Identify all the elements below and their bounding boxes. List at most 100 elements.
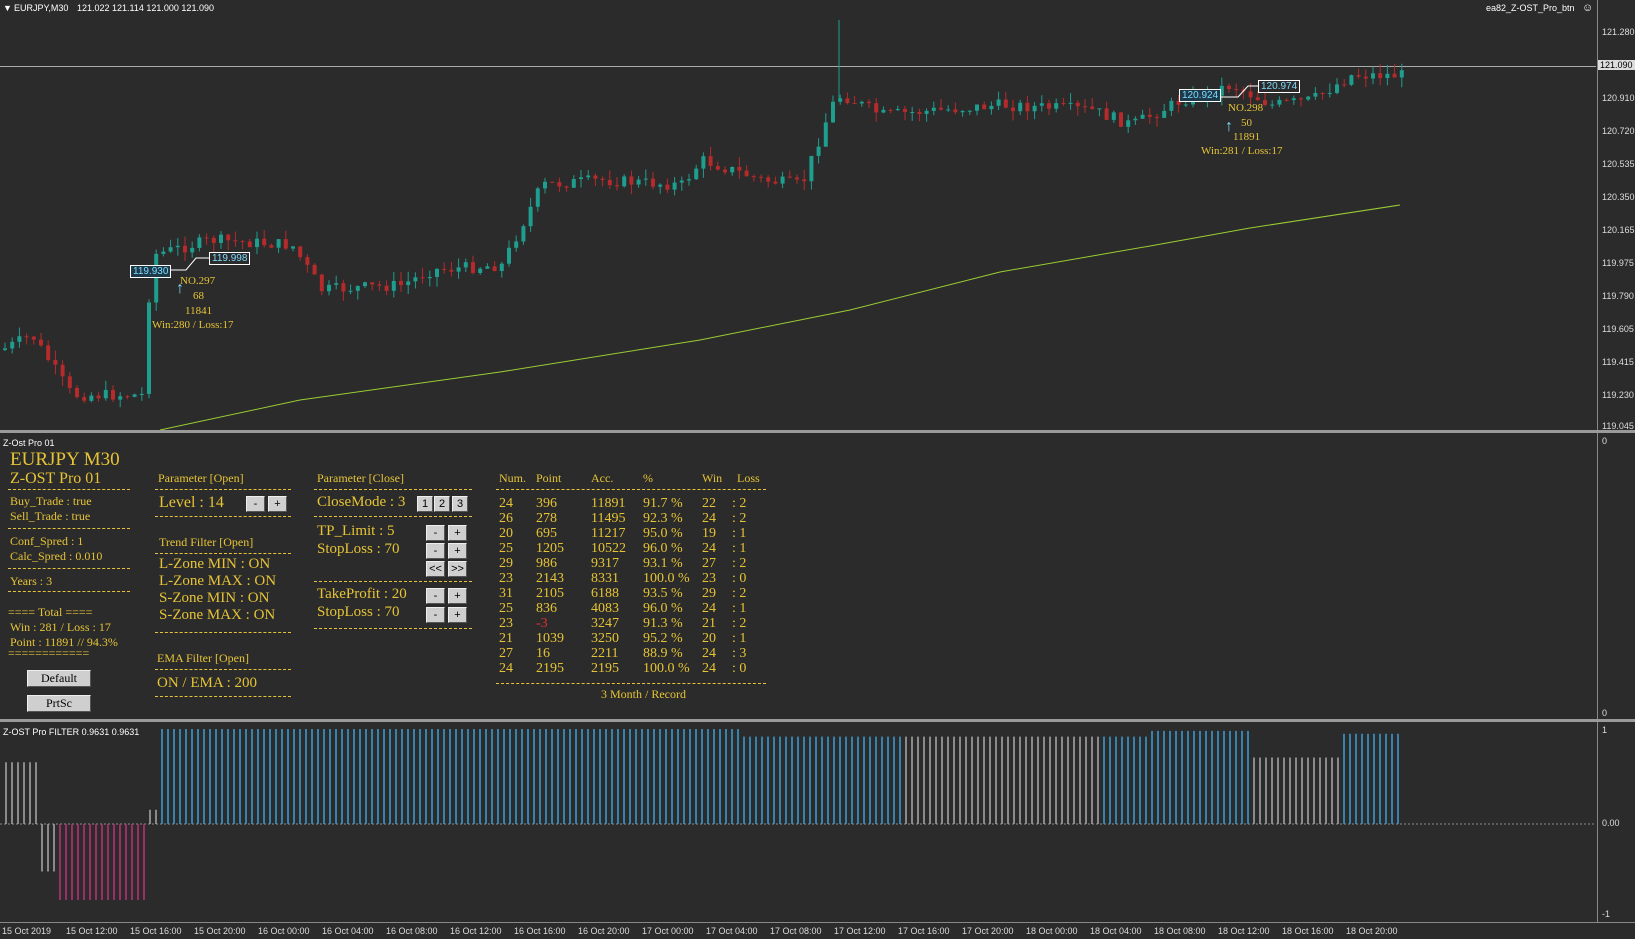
candlestick-series xyxy=(3,20,1404,430)
candle-body xyxy=(247,241,252,248)
table-cell: 24 xyxy=(702,661,716,676)
candle-body xyxy=(1335,84,1339,93)
candle-body xyxy=(125,396,130,398)
candle-body xyxy=(1371,73,1375,79)
axis-tick: 0 xyxy=(1602,708,1608,718)
szone-max: S-Zone MAX : ON xyxy=(159,607,276,623)
takeprofit-value: TakeProfit : 20 xyxy=(317,586,407,602)
candle-body xyxy=(413,277,418,282)
candle-body xyxy=(485,266,490,269)
candle-body xyxy=(435,268,439,277)
col-num: Num. xyxy=(499,471,526,485)
table-cell: 88.9 % xyxy=(643,646,683,661)
trade-no: NO.298 xyxy=(1228,102,1264,114)
indicator-window[interactable]: Z-Ost Pro 01 EURJPY M30 Z-OST Pro 01 Buy… xyxy=(0,433,1596,719)
close-mode-3-button[interactable]: 3 xyxy=(452,496,468,512)
candle-body xyxy=(471,262,475,273)
candle-body xyxy=(751,176,756,178)
candle-body xyxy=(744,170,749,177)
axis-tick: 0 xyxy=(1602,436,1608,446)
candle-body xyxy=(989,105,994,110)
price-axis[interactable]: 121.280 121.090 120.910 120.720 120.535 … xyxy=(1597,0,1635,431)
stoploss-minus-button[interactable]: - xyxy=(426,543,445,559)
candle-body xyxy=(139,393,144,395)
price-chart[interactable]: ▼ EURJPY,M30 121.022 121.114 121.000 121… xyxy=(0,0,1596,430)
record-prev-button[interactable]: << xyxy=(426,561,445,577)
col-percent: % xyxy=(643,471,653,485)
entry-price-label: 119.930 xyxy=(130,265,172,278)
default-button[interactable]: Default xyxy=(27,670,91,687)
table-cell: 2143 xyxy=(536,571,564,586)
level-minus-button[interactable]: - xyxy=(246,496,265,512)
close-mode-1-button[interactable]: 1 xyxy=(417,496,433,512)
table-cell: 24 xyxy=(499,661,513,676)
axis-tick: 1 xyxy=(1602,725,1608,735)
candle-body xyxy=(715,165,720,170)
table-cell: : 1 xyxy=(732,526,747,541)
stoploss-plus-button[interactable]: + xyxy=(448,543,467,559)
table-cell: 23 xyxy=(499,571,513,586)
table-cell: 92.3 % xyxy=(643,511,683,526)
table-cell: 986 xyxy=(536,556,557,571)
candle-body xyxy=(679,180,684,183)
candle-body xyxy=(1313,93,1318,97)
candle-body xyxy=(161,251,166,254)
takeprofit-minus-button[interactable]: - xyxy=(426,588,445,604)
time-axis[interactable]: 15 Oct 2019 15 Oct 12:00 15 Oct 16:00 15 Oc… xyxy=(0,922,1635,939)
table-cell: 24 xyxy=(702,646,716,661)
candle-body xyxy=(370,282,375,285)
stoploss2-plus-button[interactable]: + xyxy=(448,607,467,623)
candle-body xyxy=(1227,85,1231,90)
candle-body xyxy=(226,234,231,241)
prtsc-button[interactable]: PrtSc xyxy=(27,695,91,712)
stoploss2-minus-button[interactable]: - xyxy=(426,607,445,623)
candle-body xyxy=(89,395,94,401)
candle-body xyxy=(255,238,259,248)
table-cell: -3 xyxy=(536,616,548,631)
time-tick: 18 Oct 04:00 xyxy=(1090,926,1142,936)
candle-body xyxy=(442,268,447,270)
tp-limit-value: TP_Limit : 5 xyxy=(317,523,395,539)
table-cell: 23 xyxy=(499,616,513,631)
candle-body xyxy=(773,181,778,184)
time-tick: 16 Oct 16:00 xyxy=(514,926,566,936)
time-tick: 15 Oct 12:00 xyxy=(66,926,118,936)
candle-body xyxy=(1075,102,1080,107)
candle-body xyxy=(1039,103,1044,106)
candle-body xyxy=(1003,99,1008,108)
level-plus-button[interactable]: + xyxy=(268,496,287,512)
time-tick: 17 Oct 12:00 xyxy=(834,926,886,936)
trade-points: 50 xyxy=(1241,117,1252,129)
candle-body xyxy=(1183,104,1188,106)
ema-filter-header[interactable]: EMA Filter [Open] xyxy=(157,651,249,666)
candle-body xyxy=(766,177,771,182)
tp-limit-minus-button[interactable]: - xyxy=(426,525,445,541)
price-tick: 120.535 xyxy=(1602,159,1635,169)
record-caption: 3 Month / Record xyxy=(601,687,686,701)
price-tick: 119.415 xyxy=(1602,357,1634,367)
table-cell: 23 xyxy=(702,571,716,586)
candle-body xyxy=(730,166,735,173)
close-mode-2-button[interactable]: 2 xyxy=(434,496,450,512)
candle-body xyxy=(723,169,727,173)
candle-body xyxy=(1306,96,1311,100)
candle-body xyxy=(658,184,663,187)
candle-body xyxy=(982,104,987,110)
trend-filter-header[interactable]: Trend Filter [Open] xyxy=(159,535,253,550)
param-close-header[interactable]: Parameter [Close] xyxy=(317,471,404,486)
candle-body xyxy=(406,281,411,286)
exit-price-label: 120.974 xyxy=(1258,80,1301,93)
stoploss2-value: StopLoss : 70 xyxy=(317,604,400,620)
param-open-header[interactable]: Parameter [Open] xyxy=(158,471,244,486)
candle-body xyxy=(1140,114,1145,119)
tp-limit-plus-button[interactable]: + xyxy=(448,525,467,541)
candle-body xyxy=(600,178,605,180)
time-tick: 16 Oct 08:00 xyxy=(386,926,438,936)
filter-window[interactable]: Z-OST Pro FILTER 0.9631 0.9631 xyxy=(0,722,1596,922)
candle-body xyxy=(874,103,879,113)
table-cell: 21 xyxy=(499,631,513,646)
record-next-button[interactable]: >> xyxy=(448,561,467,577)
table-cell: 100.0 % xyxy=(643,661,690,676)
pair-title: EURJPY M30 xyxy=(10,449,120,470)
takeprofit-plus-button[interactable]: + xyxy=(448,588,467,604)
